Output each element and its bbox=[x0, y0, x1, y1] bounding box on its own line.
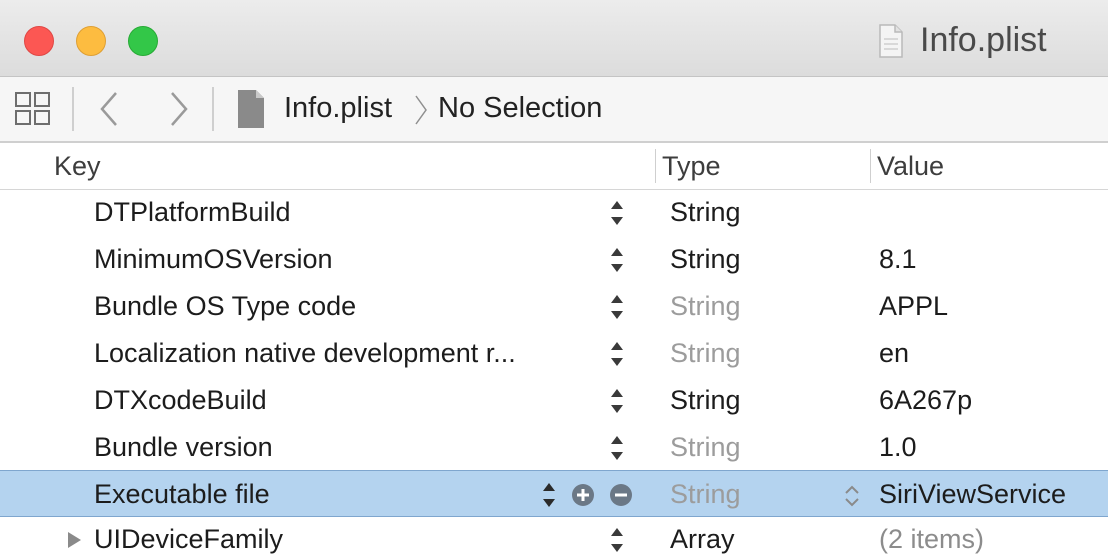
value-cell[interactable]: en bbox=[879, 330, 909, 377]
type-cell[interactable]: String bbox=[670, 330, 741, 377]
up-down-stepper-icon[interactable] bbox=[608, 199, 626, 227]
table-row[interactable]: Localization native development r... Str… bbox=[0, 330, 1108, 377]
table-row[interactable]: Bundle OS Type code String APPL bbox=[0, 283, 1108, 330]
column-header-key[interactable]: Key bbox=[54, 151, 101, 182]
key-cell[interactable]: Bundle OS Type code bbox=[94, 283, 356, 330]
breadcrumb-chevron-icon bbox=[415, 95, 427, 125]
key-cell[interactable]: Executable file bbox=[94, 471, 270, 518]
document-icon bbox=[879, 24, 903, 58]
table-row[interactable]: MinimumOSVersion String 8.1 bbox=[0, 236, 1108, 283]
forward-chevron-icon[interactable] bbox=[166, 89, 192, 129]
up-down-stepper-icon[interactable] bbox=[608, 246, 626, 274]
value-cell[interactable]: 1.0 bbox=[879, 424, 917, 471]
table-row[interactable]: DTXcodeBuild String 6A267p bbox=[0, 377, 1108, 424]
type-cell[interactable]: String bbox=[670, 377, 741, 424]
title-bar: Info.plist bbox=[0, 0, 1108, 77]
table-row-selected[interactable]: Executable file String SiriViewService bbox=[0, 470, 1108, 517]
up-down-stepper-icon[interactable] bbox=[608, 340, 626, 368]
key-cell[interactable]: DTXcodeBuild bbox=[94, 377, 267, 424]
close-button[interactable] bbox=[24, 26, 54, 56]
breadcrumb-file[interactable]: Info.plist bbox=[284, 92, 392, 125]
plist-editor-window: Info.plist Info.plist No Selection Key T… bbox=[0, 0, 1108, 556]
table-header: Key Type Value bbox=[0, 143, 1108, 190]
breadcrumb-selection[interactable]: No Selection bbox=[438, 92, 602, 125]
value-cell[interactable]: (2 items) bbox=[879, 516, 984, 556]
up-down-stepper-icon[interactable] bbox=[608, 526, 626, 554]
up-down-stepper-icon[interactable] bbox=[608, 293, 626, 321]
table-row[interactable]: DTPlatformBuild String bbox=[0, 189, 1108, 236]
key-cell[interactable]: Localization native development r... bbox=[94, 330, 516, 377]
disclosure-triangle-icon[interactable] bbox=[66, 531, 82, 549]
key-cell[interactable]: UIDeviceFamily bbox=[94, 516, 283, 556]
type-cell[interactable]: String bbox=[670, 424, 741, 471]
column-divider[interactable] bbox=[655, 149, 656, 183]
type-cell[interactable]: String bbox=[670, 189, 741, 236]
file-icon bbox=[238, 90, 264, 128]
column-header-type[interactable]: Type bbox=[662, 151, 721, 182]
table-row[interactable]: Bundle version String 1.0 bbox=[0, 424, 1108, 471]
key-cell[interactable]: DTPlatformBuild bbox=[94, 189, 291, 236]
key-cell[interactable]: Bundle version bbox=[94, 424, 273, 471]
key-cell[interactable]: MinimumOSVersion bbox=[94, 236, 333, 283]
table-row[interactable]: UIDeviceFamily Array (2 items) bbox=[0, 516, 1108, 556]
grid-view-icon[interactable] bbox=[14, 90, 52, 128]
type-cell[interactable]: Array bbox=[670, 516, 735, 556]
window-title: Info.plist bbox=[920, 21, 1047, 59]
type-cell[interactable]: String bbox=[670, 236, 741, 283]
value-cell[interactable]: 6A267p bbox=[879, 377, 972, 424]
zoom-button[interactable] bbox=[128, 26, 158, 56]
up-down-stepper-icon[interactable] bbox=[608, 434, 626, 462]
toolbar-separator bbox=[72, 87, 74, 131]
column-header-value[interactable]: Value bbox=[877, 151, 944, 182]
value-cell[interactable]: APPL bbox=[879, 283, 948, 330]
back-chevron-icon[interactable] bbox=[96, 89, 122, 129]
value-cell[interactable]: SiriViewService bbox=[879, 471, 1066, 518]
type-cell[interactable]: String bbox=[670, 283, 741, 330]
minimize-button[interactable] bbox=[76, 26, 106, 56]
value-cell[interactable]: 8.1 bbox=[879, 236, 917, 283]
jump-bar: Info.plist No Selection bbox=[0, 77, 1108, 143]
up-down-stepper-icon[interactable] bbox=[540, 481, 558, 509]
toolbar-separator bbox=[212, 87, 214, 131]
column-divider[interactable] bbox=[870, 149, 871, 183]
chevron-up-down-icon[interactable] bbox=[842, 482, 862, 510]
plus-circle-icon[interactable] bbox=[571, 483, 595, 507]
up-down-stepper-icon[interactable] bbox=[608, 387, 626, 415]
minus-circle-icon[interactable] bbox=[609, 483, 633, 507]
type-cell[interactable]: String bbox=[670, 471, 741, 518]
